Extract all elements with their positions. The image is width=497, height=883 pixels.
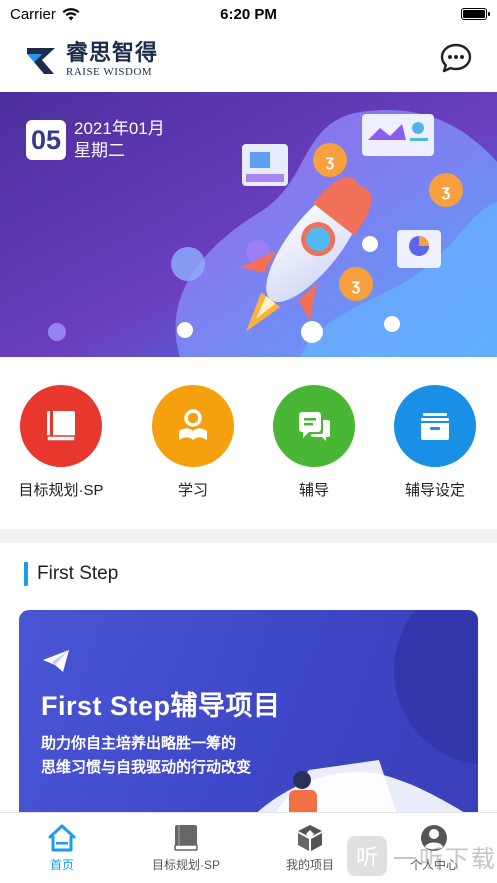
promo-title: First Step辅导项目: [41, 691, 281, 721]
brand-logo: 睿思智得 RAISE WISDOM: [24, 42, 158, 78]
chat-icon[interactable]: [273, 385, 355, 467]
quick-action-coaching[interactable]: 辅导: [254, 385, 374, 500]
tab-label: 我的项目: [285, 858, 334, 872]
app-header: 睿思智得 RAISE WISDOM: [0, 28, 497, 92]
reader-icon[interactable]: [152, 385, 234, 467]
chat-bubble-icon[interactable]: [439, 41, 473, 75]
paper-plane-icon: [43, 650, 69, 672]
svg-text:ʒ: ʒ: [442, 183, 451, 200]
quick-action-label: 辅导设定: [404, 482, 465, 499]
svg-text:ʒ: ʒ: [326, 153, 335, 170]
section-accent-bar: [24, 562, 28, 586]
date-month: 2021年01月: [74, 119, 165, 138]
promo-subtitle-line-1: 助力你自主培养出略胜一筹的: [41, 735, 237, 752]
first-step-promo-card[interactable]: First Step辅导项目 助力你自主培养出略胜一筹的 思维习惯与自我驱动的行…: [19, 610, 478, 820]
logo-mark-icon: [27, 48, 55, 74]
quick-action-label: 辅导: [298, 482, 329, 499]
section-header: First Step: [24, 562, 118, 586]
watermark-badge: 听: [347, 836, 387, 876]
cube-icon: [298, 825, 322, 851]
status-time: 6:20 PM: [220, 5, 277, 23]
tab-goal-planning[interactable]: 目标规划·SP: [131, 823, 241, 873]
quick-action-label: 学习: [177, 482, 208, 499]
date-day: 05: [26, 120, 66, 160]
watermark-text: 一听下载: [393, 845, 497, 873]
date-widget: 05 2021年01月 星期二: [26, 118, 165, 162]
book-icon: [174, 825, 198, 851]
date-weekday: 星期二: [74, 141, 125, 160]
watermark: 听 一听下载: [347, 836, 497, 876]
section-divider: [0, 529, 497, 543]
quick-action-study[interactable]: 学习: [133, 385, 253, 500]
battery-icon: [461, 8, 490, 20]
tab-label: 首页: [49, 858, 74, 872]
home-icon: [48, 824, 76, 852]
quick-action-label: 目标规划·SP: [18, 482, 104, 499]
book-icon[interactable]: [20, 385, 102, 467]
logo-english-text: RAISE WISDOM: [66, 66, 153, 78]
promo-subtitle-line-2: 思维习惯与自我驱动的行动改变: [41, 759, 252, 776]
quick-action-goal-planning[interactable]: 目标规划·SP: [1, 385, 121, 500]
status-bar: Carrier 6:20 PM: [0, 0, 497, 28]
svg-text:ʒ: ʒ: [352, 277, 361, 294]
logo-chinese-text: 睿思智得: [66, 40, 159, 66]
quick-action-coaching-settings[interactable]: 辅导设定: [375, 385, 495, 500]
section-title: First Step: [37, 563, 119, 584]
quick-actions: 目标规划·SP 学习 辅导 辅导设定: [0, 357, 497, 529]
tab-home[interactable]: 首页: [7, 823, 117, 873]
hero-banner[interactable]: ʒ ʒ ʒ 05 2021年01月 星期二: [0, 92, 497, 357]
archive-icon[interactable]: [394, 385, 476, 467]
tab-label: 目标规划·SP: [151, 858, 220, 872]
